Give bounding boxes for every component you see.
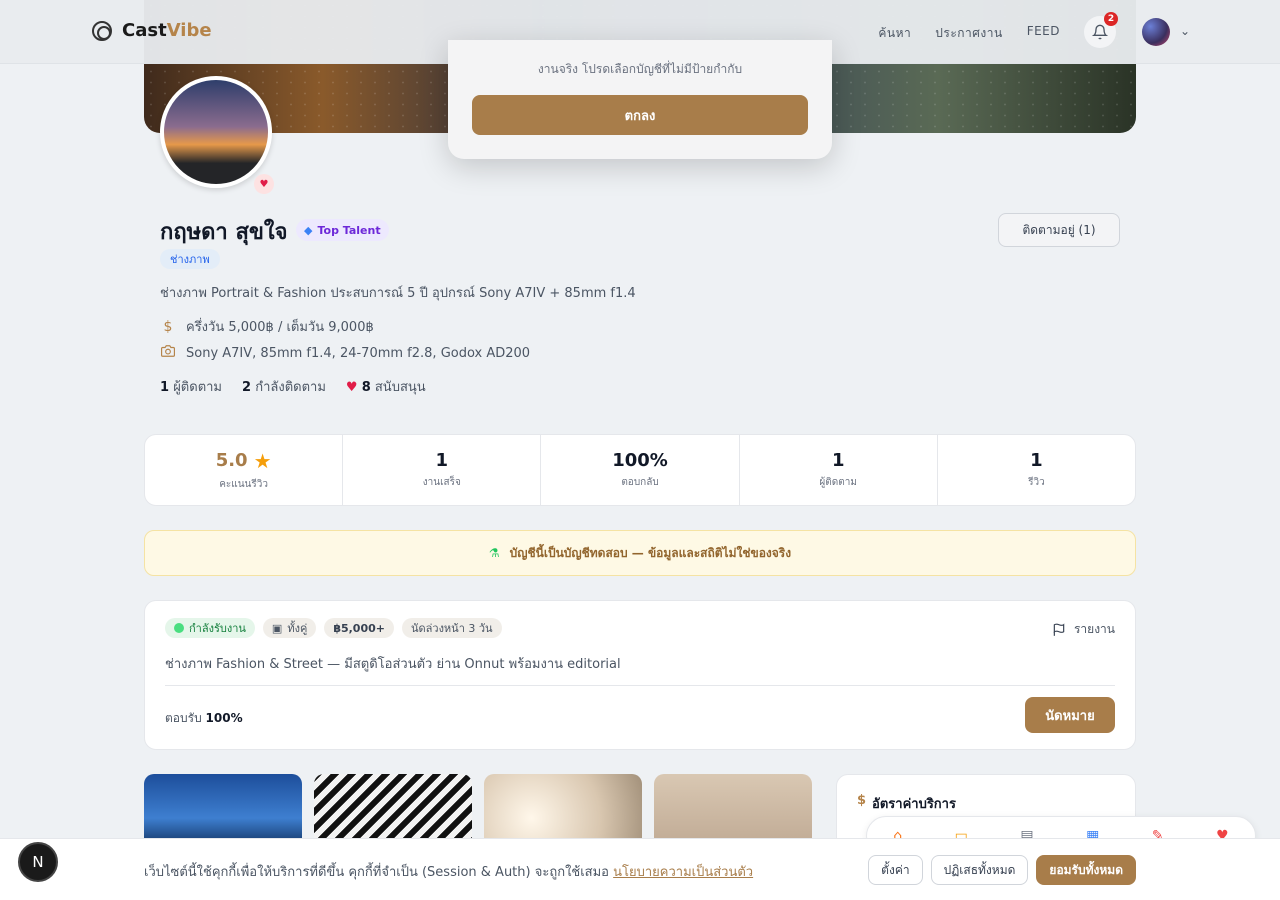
reply-rate: ตอบรับ 100% [165,711,243,725]
cookie-accept-button[interactable]: ยอมรับทั้งหมด [1036,855,1136,885]
main-nav: ค้นหา ประกาศงาน FEED [878,24,1060,43]
status-dot-icon [174,623,184,633]
flag-icon [1053,622,1065,636]
gear-row: Sony A7IV, 85mm f1.4, 24-70mm f2.8, Godo… [160,344,530,362]
supporters-stat[interactable]: ♥ 8 สนับสนุน [346,376,426,397]
camera-film-icon: ▣ [271,621,283,635]
diamond-icon: ◆ [304,223,313,237]
cookie-message: เว็บไซต์นี้ใช้คุกกี้เพื่อให้บริการที่ดีข… [144,865,754,880]
dollar-icon: $ [163,318,173,335]
star-icon: ★ [253,448,272,473]
cookie-consent-bar: เว็บไซต์นี้ใช้คุกกี้เพื่อให้บริการที่ดีข… [0,838,1280,900]
stats-panel: 5.0 ★ คะแนนรีวิว 1 งานเสร็จ 100% ตอบกลับ … [144,434,1136,506]
cookie-settings-button[interactable]: ตั้งค่า [868,855,923,885]
followers-stat[interactable]: 1 ผู้ติดตาม [160,376,222,397]
chevron-down-icon[interactable]: ⌄ [1180,24,1190,38]
money-bag-icon: $ [857,793,867,808]
nav-post-job[interactable]: ประกาศงาน [935,24,1002,43]
privacy-policy-link[interactable]: นโยบายความเป็นส่วนตัว [613,865,753,880]
notifications-button[interactable]: 2 [1084,12,1118,48]
cookie-reject-button[interactable]: ปฏิเสธทั้งหมด [930,855,1029,885]
user-menu-avatar[interactable] [1142,18,1170,46]
report-button[interactable]: รายงาน [1052,620,1115,639]
top-talent-badge: ◆ Top Talent [296,219,389,241]
heart-icon: ♥ [345,380,358,395]
dialog-message: งานจริง โปรดเลือกบัญชีที่ไม่มีป้ายกำกับ [537,62,743,76]
service-listing-card: กำลังรับงาน ▣ ทั้งคู่ ฿5,000+ นัดล่วงหน้า… [144,600,1136,750]
type-badge: ▣ ทั้งคู่ [262,618,317,638]
rate-row: $ ครึ่งวัน 5,000฿ / เต็มวัน 9,000฿ [160,316,374,337]
nav-feed[interactable]: FEED [1027,24,1060,43]
test-tube-icon: ⚗ [488,546,500,560]
stat-rating: 5.0 ★ คะแนนรีวิว [145,435,344,505]
role-badge: ช่างภาพ [160,249,220,269]
dialog-ok-button[interactable]: ตกลง [472,95,808,135]
test-account-banner: ⚗ บัญชีนี้เป็นบัญชีทดสอบ — ข้อมูลและสถิต… [144,530,1136,576]
listing-tags: กำลังรับงาน ▣ ทั้งคู่ ฿5,000+ นัดล่วงหน้า… [165,618,502,638]
profile-bio: ช่างภาพ Portrait & Fashion ประสบการณ์ 5 … [160,286,636,301]
brand-logo[interactable]: CastVibe [92,20,212,41]
social-stats: 1 ผู้ติดตาม 2 กำลังติดตาม ♥ 8 สนับสนุน [160,376,426,397]
dialog-card: งานจริง โปรดเลือกบัญชีที่ไม่มีป้ายกำกับ … [448,40,832,159]
dev-tools-badge[interactable]: N [18,842,58,882]
stat-followers: 1 ผู้ติดตาม [740,435,938,505]
stat-jobs-done: 1 งานเสร็จ [343,435,542,505]
cookie-actions: ตั้งค่า ปฏิเสธทั้งหมด ยอมรับทั้งหมด [868,855,1136,885]
brand-name: CastVibe [122,20,212,41]
heart-icon: ♥ [254,174,274,194]
listing-description: ช่างภาพ Fashion & Street — มีสตูดิโอส่วน… [165,657,621,672]
stat-reviews: 1 รีวิว [1028,450,1045,488]
book-button[interactable]: นัดหมาย [1025,697,1115,733]
stat-response-rate: 100% ตอบกลับ [541,435,740,505]
profile-name: กฤษดา สุขใจ [160,220,288,245]
following-stat[interactable]: 2 กำลังติดตาม [242,376,326,397]
divider [165,685,1115,686]
bell-icon [1092,24,1108,40]
profile-avatar [160,76,272,188]
nav-search[interactable]: ค้นหา [878,24,911,43]
camera-icon [160,344,176,362]
notice-badge: นัดล่วงหน้า 3 วัน [401,618,502,638]
follow-button[interactable]: ติดตามอยู่ (1) [998,213,1120,247]
rates-title: $ อัตราค่าบริการ [857,793,956,812]
notification-count-badge: 2 [1104,12,1118,26]
brand-icon [92,20,112,41]
status-badge: กำลังรับงาน [165,618,255,638]
price-badge: ฿5,000+ [324,618,394,638]
